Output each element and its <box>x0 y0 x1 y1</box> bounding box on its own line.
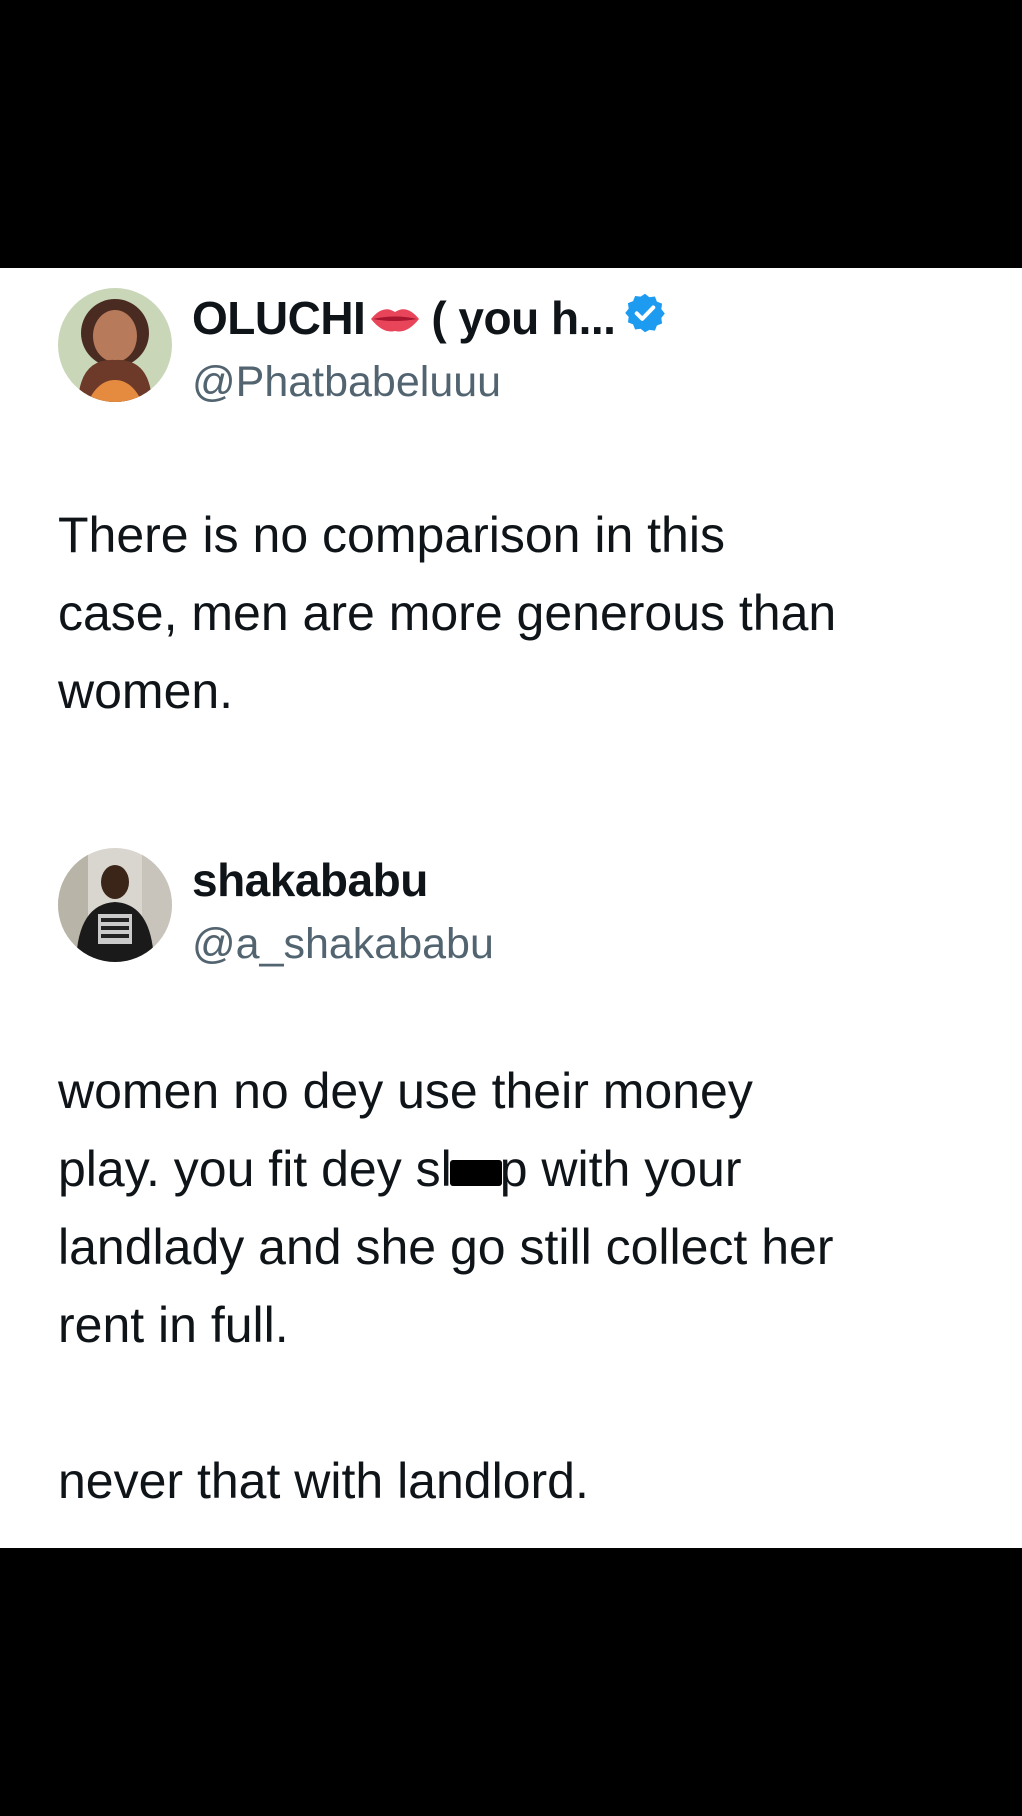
tweet-text: There is no comparison in this case, men… <box>58 507 837 719</box>
tweet-text: women no dey use their money play. you f… <box>58 1052 978 1520</box>
handle[interactable]: @Phatbabeluuu <box>192 358 501 407</box>
display-name-row[interactable]: shakababu <box>192 852 428 908</box>
screenshot-content: OLUCHI ( you h... @Phatbabeluuu There is… <box>0 268 1022 1548</box>
avatar-oluchi[interactable] <box>58 288 172 402</box>
tweet-shakababu[interactable]: shakababu @a_shakababu women no dey use … <box>0 848 1022 1548</box>
avatar-shakababu[interactable] <box>58 848 172 962</box>
verified-badge-icon <box>623 291 667 346</box>
letterbox-bottom <box>0 1548 1022 1816</box>
tweet-oluchi[interactable]: OLUCHI ( you h... @Phatbabeluuu There is… <box>0 268 1022 768</box>
display-name: shakababu <box>192 854 428 906</box>
handle[interactable]: @a_shakababu <box>192 920 494 969</box>
avatar-oluchi-image <box>58 288 172 402</box>
avatar-shakababu-image <box>58 848 172 962</box>
display-name: OLUCHI <box>192 292 366 344</box>
display-name-suffix: ( you h... <box>431 292 616 344</box>
lips-emoji-icon <box>369 291 421 345</box>
letterbox-top <box>0 0 1022 268</box>
redaction-mark <box>449 1159 502 1186</box>
display-name-row[interactable]: OLUCHI ( you h... <box>192 290 667 346</box>
